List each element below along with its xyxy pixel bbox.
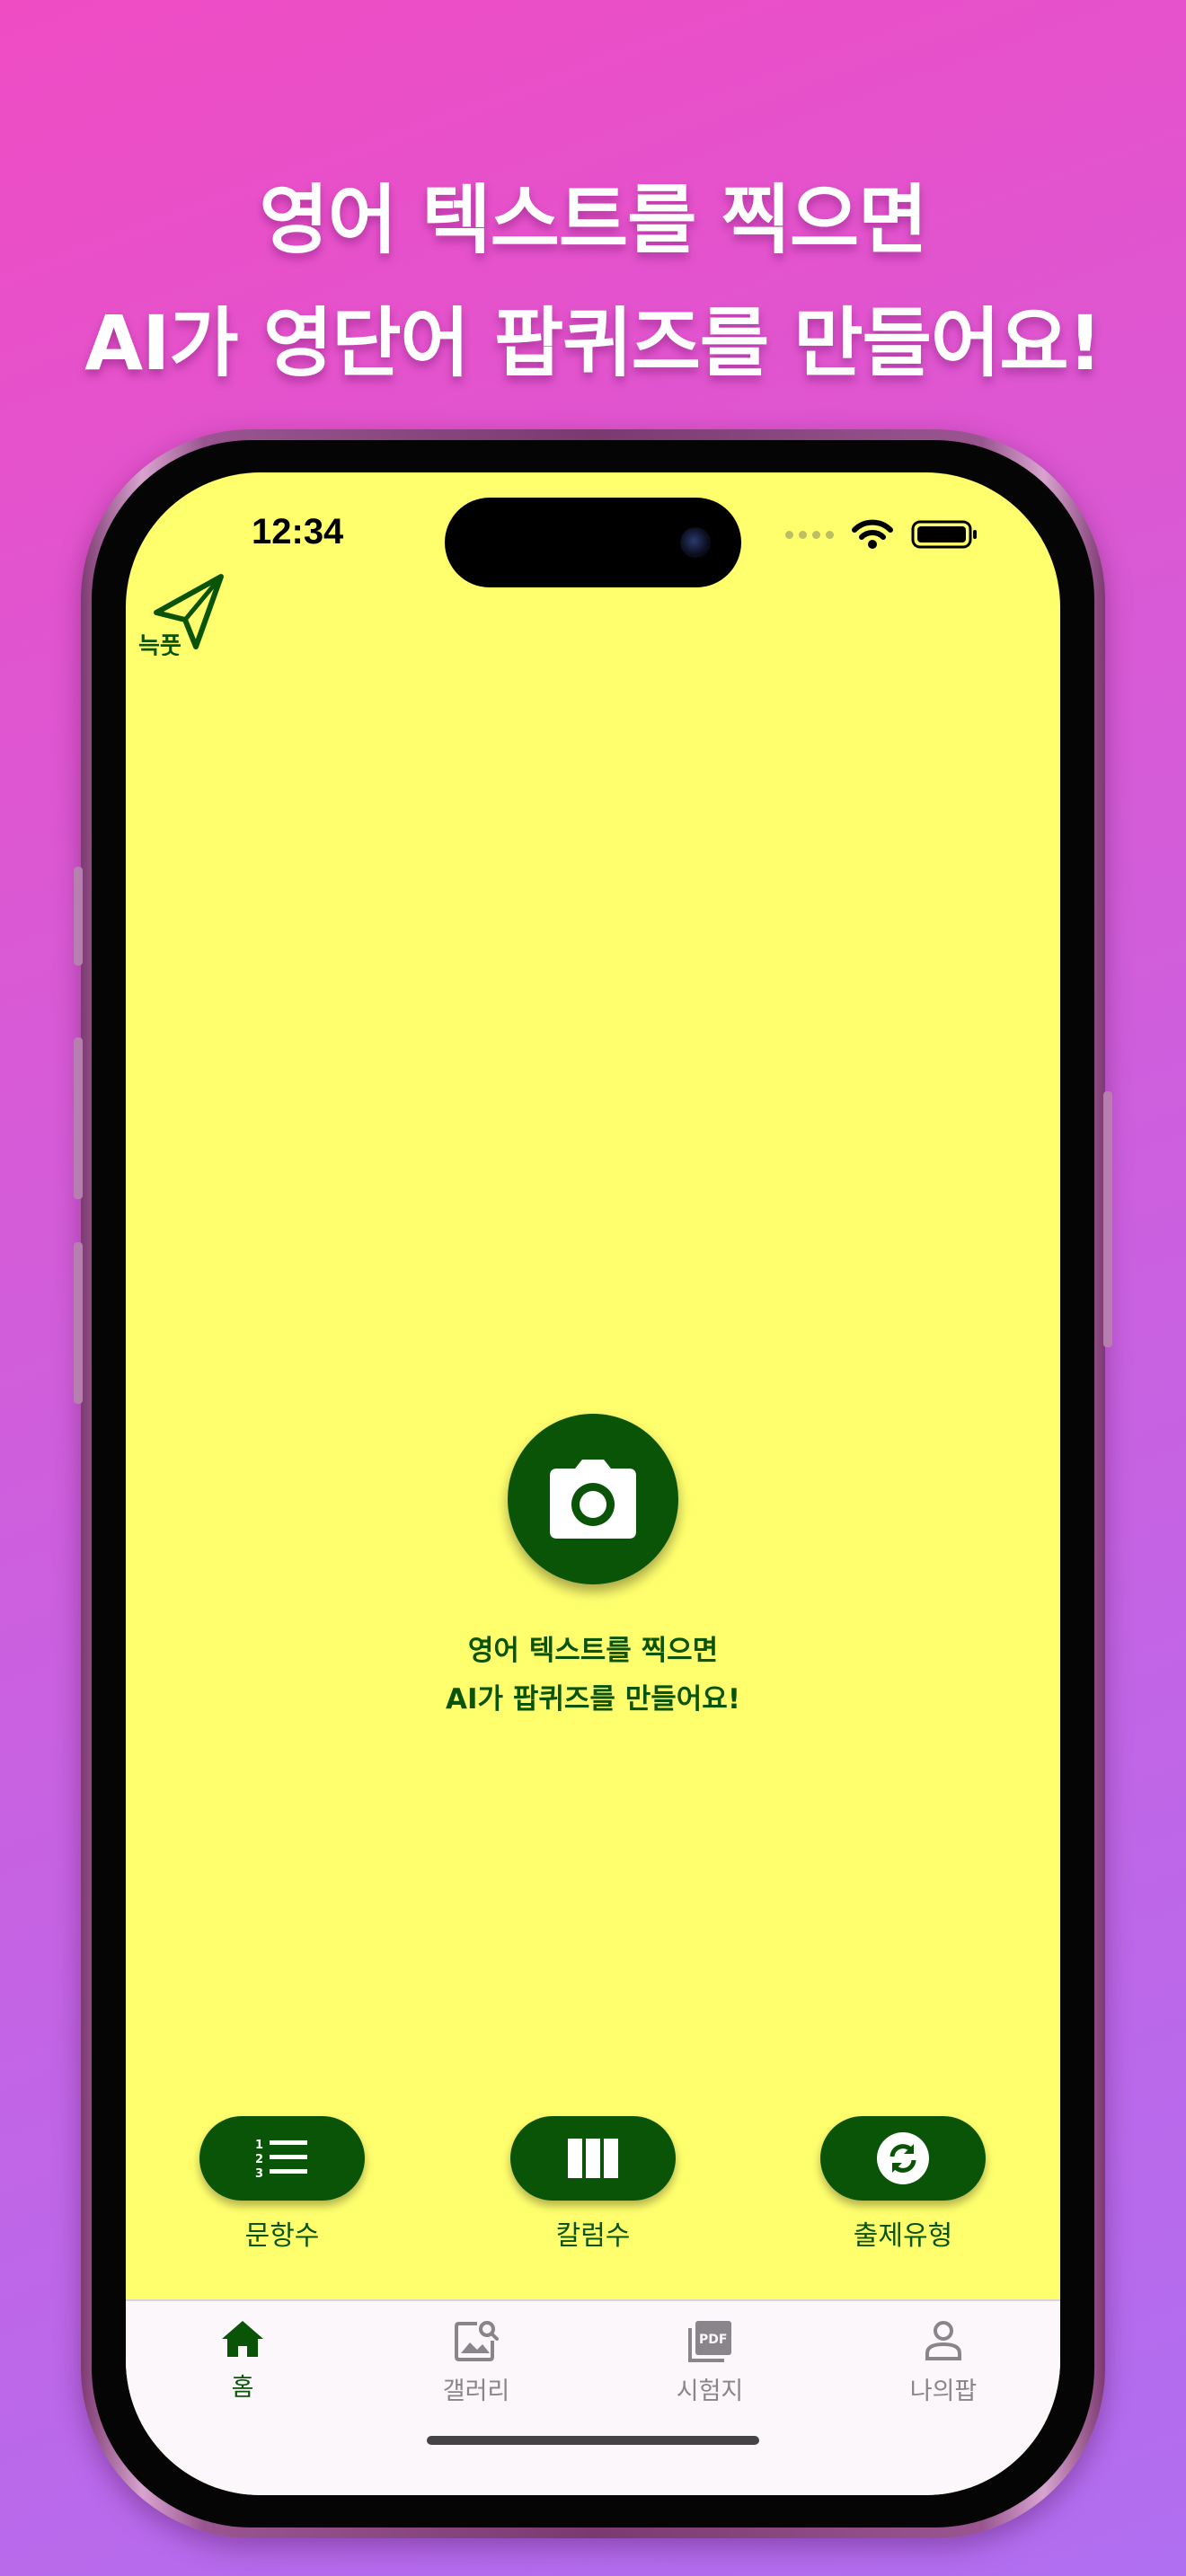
question-type-button[interactable] <box>820 2116 986 2201</box>
question-count-button[interactable]: 1 2 3 <box>199 2116 365 2201</box>
home-indicator <box>427 2436 759 2445</box>
svg-text:2: 2 <box>255 2153 263 2166</box>
headline-line-1: 영어 텍스트를 찍으면 <box>259 176 927 264</box>
tab-my-pop-label: 나의팝 <box>909 2378 978 2405</box>
tab-test-paper[interactable]: PDF 시험지 <box>629 2319 791 2406</box>
cellular-signal-icon <box>785 530 834 539</box>
question-type-label: 출제유형 <box>853 2220 953 2252</box>
capture-prompt-line-1: 영어 텍스트를 찍으면 <box>467 1635 719 1667</box>
pdf-icon: PDF <box>688 2321 731 2362</box>
volume-down-button <box>74 1242 83 1404</box>
tab-test-paper-label: 시험지 <box>676 2378 744 2405</box>
tab-home-label: 홈 <box>231 2374 254 2402</box>
gallery-icon <box>455 2321 499 2361</box>
tab-gallery[interactable]: 갤러리 <box>395 2319 557 2406</box>
tab-bar: 홈 갤러리 PDF 시험지 나의팝 <box>126 2299 1060 2495</box>
question-count-option: 1 2 3 문항수 <box>192 2116 372 2253</box>
refresh-icon <box>877 2132 929 2184</box>
status-icons <box>785 519 979 550</box>
column-count-button[interactable] <box>510 2116 676 2201</box>
tab-gallery-label: 갤러리 <box>442 2378 510 2405</box>
capture-prompt-line-2: AI가 팝퀴즈를 만들어요! <box>446 1683 740 1716</box>
action-button <box>74 867 83 966</box>
app-logo: 늑풋 <box>138 574 224 656</box>
numbered-list-icon: 1 2 3 <box>255 2139 307 2181</box>
svg-text:PDF: PDF <box>699 2333 727 2347</box>
dynamic-island <box>445 498 741 587</box>
camera-capture-button[interactable] <box>508 1414 678 1584</box>
svg-text:1: 1 <box>255 2139 263 2152</box>
logo-text: 늑풋 <box>138 633 181 656</box>
headline-line-2: AI가 영단어 팝퀴즈를 만들어요! <box>84 299 1102 387</box>
column-count-option: 칼럼수 <box>503 2116 683 2253</box>
column-count-label: 칼럼수 <box>555 2220 631 2252</box>
columns-icon <box>568 2139 618 2178</box>
question-count-label: 문항수 <box>244 2220 320 2252</box>
home-icon <box>222 2321 263 2357</box>
front-camera <box>680 527 711 558</box>
volume-up-button <box>74 1037 83 1199</box>
status-time: 12:34 <box>252 512 344 551</box>
wifi-icon <box>852 519 893 549</box>
power-button <box>1103 1091 1112 1347</box>
phone-screen: 12:34 늑풋 영어 텍스트를 찍으면 AI가 팝퀴즈를 만들어요! 1 2 … <box>126 472 1060 2495</box>
person-icon <box>925 2321 961 2360</box>
battery-icon <box>911 520 977 549</box>
camera-icon <box>550 1460 636 1539</box>
svg-text:3: 3 <box>255 2167 263 2181</box>
tab-my-pop[interactable]: 나의팝 <box>863 2319 1024 2406</box>
tab-home[interactable]: 홈 <box>162 2319 323 2403</box>
question-type-option: 출제유형 <box>813 2116 993 2253</box>
